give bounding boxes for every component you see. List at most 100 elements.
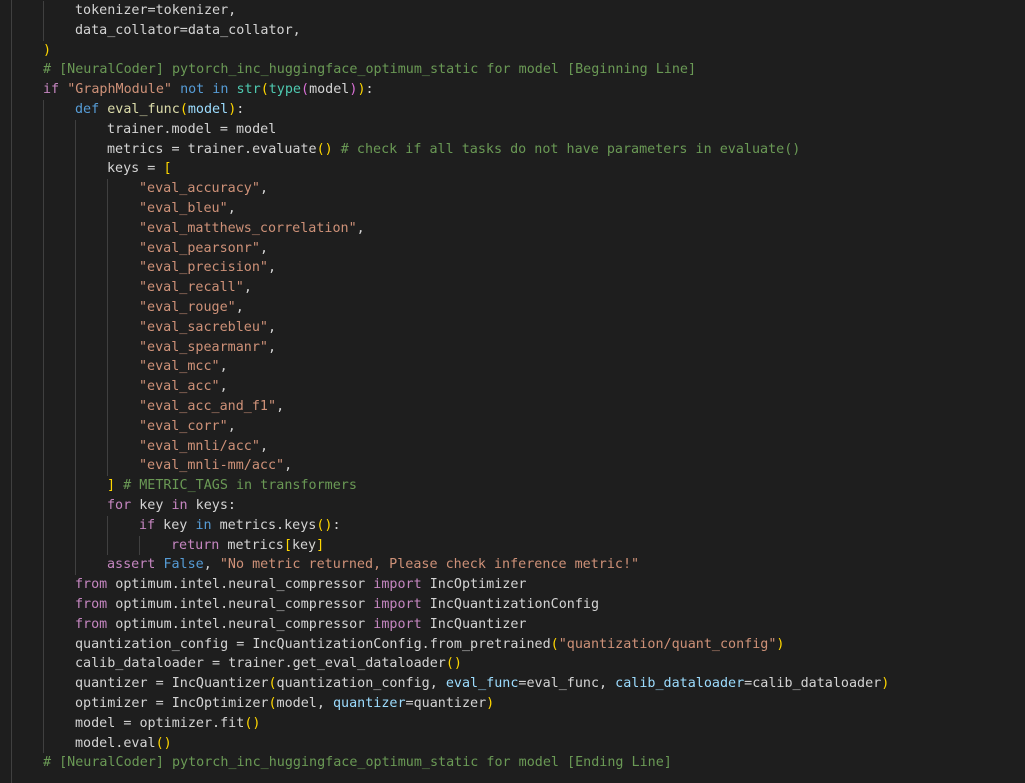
code-token: model,: [276, 696, 333, 711]
code-token: "quantization/quant_config": [558, 636, 777, 652]
code-token: =calib_dataloader: [744, 676, 882, 692]
code-line[interactable]: if "GraphModule" not in str(type(model))…: [43, 80, 374, 100]
code-token: quantization_config,: [276, 676, 446, 692]
code-token: ,: [259, 181, 268, 197]
code-token: tokenizer=tokenizer,: [75, 3, 237, 18]
code-line[interactable]: ] # METRIC_TAGS in transformers: [107, 476, 357, 496]
code-token: :: [365, 82, 374, 98]
code-line[interactable]: calib_dataloader = trainer.get_eval_data…: [75, 654, 462, 674]
code-line[interactable]: from optimum.intel.neural_compressor imp…: [75, 595, 599, 615]
code-token: "eval_mnli-mm/acc": [139, 458, 285, 474]
code-line[interactable]: data_collator=data_collator,: [75, 21, 301, 41]
code-token: "eval_accuracy": [139, 181, 260, 197]
code-line[interactable]: for key in keys:: [107, 496, 236, 516]
code-line[interactable]: trainer.model = model: [107, 120, 276, 140]
code-token: model = optimizer.fit: [75, 715, 245, 731]
indent-guide: [139, 535, 140, 556]
code-line[interactable]: "eval_matthews_correlation",: [139, 219, 365, 239]
code-line[interactable]: "eval_accuracy",: [139, 179, 268, 199]
code-line[interactable]: keys = [: [107, 159, 172, 179]
code-token: ,: [259, 240, 268, 256]
code-token: ,: [235, 300, 244, 315]
code-token: optimum.intel.neural_compressor: [107, 577, 374, 593]
code-token: =quantizer: [405, 696, 487, 711]
code-token: "eval_acc_and_f1": [139, 399, 277, 414]
code-token: from: [75, 597, 108, 612]
code-token: import: [373, 577, 422, 593]
code-line[interactable]: quantization_config = IncQuantizationCon…: [75, 635, 784, 655]
code-line[interactable]: return metrics[key]: [171, 536, 324, 556]
code-token: # [NeuralCoder] pytorch_inc_huggingface_…: [43, 755, 672, 771]
code-line[interactable]: if key in metrics.keys():: [139, 516, 341, 536]
code-line[interactable]: "eval_rouge",: [139, 298, 244, 318]
code-token: ,: [227, 418, 236, 434]
code-token: type: [268, 82, 301, 98]
code-token: "eval_spearmanr": [139, 339, 268, 355]
code-line[interactable]: metrics = trainer.evaluate() # check if …: [107, 140, 800, 160]
code-line[interactable]: from optimum.intel.neural_compressor imp…: [75, 575, 526, 595]
code-line[interactable]: "eval_mnli/acc",: [139, 437, 268, 457]
code-line[interactable]: "eval_mnli-mm/acc",: [139, 456, 292, 476]
indent-guide: [75, 119, 76, 576]
code-token: [: [283, 537, 292, 553]
code-token: IncQuantizer: [421, 616, 527, 632]
code-token: ,: [243, 280, 252, 296]
code-token: ,: [356, 220, 365, 236]
code-line[interactable]: "eval_recall",: [139, 278, 252, 298]
code-line[interactable]: assert False, "No metric returned, Pleas…: [107, 555, 639, 575]
code-token: (): [445, 656, 462, 672]
code-line[interactable]: "eval_bleu",: [139, 199, 236, 219]
code-token: keys:: [187, 498, 236, 513]
code-line[interactable]: # [NeuralCoder] pytorch_inc_huggingface_…: [43, 753, 672, 773]
code-line[interactable]: quantizer = IncQuantizer(quantization_co…: [75, 674, 889, 694]
code-token: ): [43, 42, 52, 58]
code-token: "eval_sacrebleu": [139, 319, 268, 335]
code-token: "eval_corr": [139, 418, 228, 434]
code-token: (): [155, 735, 172, 751]
code-line[interactable]: # [NeuralCoder] pytorch_inc_huggingface_…: [43, 60, 696, 80]
code-token: :: [236, 102, 245, 117]
code-line[interactable]: "eval_precision",: [139, 258, 276, 278]
code-token: key: [131, 498, 172, 513]
code-line[interactable]: model = optimizer.fit(): [75, 714, 260, 734]
code-token: (: [179, 102, 188, 117]
code-token: "eval_acc": [139, 379, 220, 395]
code-token: assert: [107, 557, 156, 573]
code-token: calib_dataloader = trainer.get_eval_data…: [75, 656, 446, 672]
code-line[interactable]: "eval_mcc",: [139, 357, 228, 377]
code-line[interactable]: from optimum.intel.neural_compressor imp…: [75, 615, 526, 635]
code-line[interactable]: "eval_acc",: [139, 377, 228, 397]
code-token: model: [309, 82, 350, 98]
code-token: (: [550, 636, 559, 652]
code-line[interactable]: "eval_acc_and_f1",: [139, 397, 284, 417]
code-token: # METRIC_TAGS in transformers: [123, 478, 357, 494]
code-token: (: [268, 676, 277, 692]
code-token: ]: [107, 478, 116, 494]
code-token: from: [75, 577, 108, 593]
code-token: eval_func: [445, 676, 519, 692]
code-token: trainer.model = model: [107, 121, 277, 137]
code-token: "eval_mcc": [139, 359, 220, 375]
code-line[interactable]: optimizer = IncOptimizer(model, quantize…: [75, 694, 494, 714]
code-token: calib_dataloader: [615, 676, 745, 692]
code-line[interactable]: "eval_corr",: [139, 417, 236, 437]
code-token: in: [171, 498, 188, 513]
code-editor[interactable]: tokenizer=tokenizer, data_collator=data_c…: [0, 0, 1025, 783]
code-token: (): [316, 517, 333, 533]
code-line[interactable]: "eval_sacrebleu",: [139, 318, 276, 338]
code-token: (: [260, 82, 269, 98]
code-token: =eval_func,: [518, 676, 616, 692]
code-line[interactable]: def eval_func(model):: [75, 100, 244, 120]
code-line[interactable]: model.eval(): [75, 734, 172, 754]
code-token: quantizer: [332, 696, 406, 711]
code-line[interactable]: ): [43, 41, 51, 61]
code-token: ): [881, 676, 890, 692]
code-line[interactable]: "eval_spearmanr",: [139, 338, 276, 358]
code-line[interactable]: "eval_pearsonr",: [139, 239, 268, 259]
code-line[interactable]: tokenizer=tokenizer,: [75, 1, 236, 21]
code-token: (: [268, 696, 277, 711]
